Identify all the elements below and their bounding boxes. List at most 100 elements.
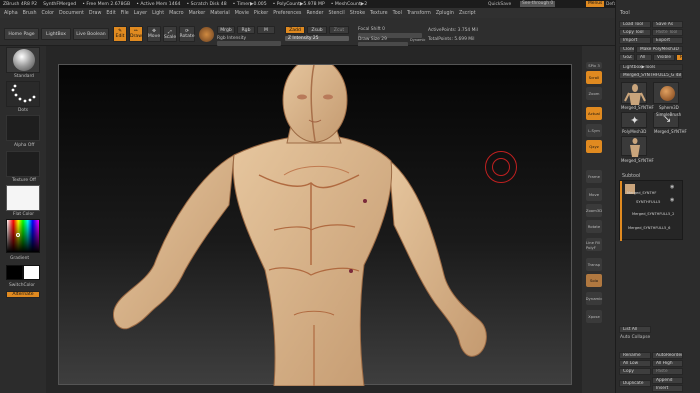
clone-button[interactable]: Clone xyxy=(619,46,635,53)
scale-button[interactable]: ⤢ Scale xyxy=(163,26,177,42)
home-page-button[interactable]: Home Page xyxy=(4,28,39,40)
edit-button[interactable]: ✎ Edit xyxy=(113,26,127,42)
tool-thumb-merged-2[interactable] xyxy=(621,136,647,157)
xpose-button[interactable]: Xpose xyxy=(586,310,602,323)
save-as-button[interactable]: Save As xyxy=(652,21,683,28)
menu-transform[interactable]: Transform xyxy=(407,11,431,16)
visible-button[interactable]: Visible xyxy=(653,54,675,61)
all-high-button[interactable]: All High xyxy=(652,360,683,367)
copy-tool-button[interactable]: Copy Tool xyxy=(619,29,651,36)
list-all-button[interactable]: List All xyxy=(619,326,651,333)
current-tool-slider[interactable]: Merged_SYNTHFULL5_G 48 xyxy=(619,72,683,79)
paste-tool-button[interactable]: Paste Tool xyxy=(652,29,683,36)
dynamic-view-button[interactable]: Dynamic xyxy=(586,292,602,305)
subtool-item-2[interactable]: SYNTHFULL5 ◉ xyxy=(624,196,682,208)
menu-color[interactable]: Color xyxy=(41,11,54,16)
all-button[interactable]: All xyxy=(636,54,652,61)
lightbox-tools-button[interactable]: Lightbox▶Tools xyxy=(619,64,683,71)
subtool-item-3[interactable]: Merged_SYNTHFULL5_2 xyxy=(624,209,682,221)
menu-movie[interactable]: Movie xyxy=(235,11,249,16)
secondary-color-swatch[interactable] xyxy=(23,265,40,280)
z-intensity-slider[interactable]: Z Intensity 25 xyxy=(285,36,349,41)
menu-brush[interactable]: Brush xyxy=(23,11,37,16)
tool-thumb-sphere[interactable] xyxy=(653,82,679,104)
alternate-button[interactable]: Alternate xyxy=(6,291,40,298)
switch-color-button[interactable]: SwitchColor xyxy=(9,283,35,288)
tool-thumb-polymesh[interactable]: ✦ xyxy=(621,112,647,128)
zsub-button[interactable]: Zsub xyxy=(307,26,327,34)
menu-layer[interactable]: Layer xyxy=(134,11,147,16)
all-low-button[interactable]: All Low xyxy=(619,360,651,367)
menu-texture[interactable]: Texture xyxy=(370,11,388,16)
draw-button[interactable]: ✏ Draw xyxy=(129,26,143,42)
menu-draw[interactable]: Draw xyxy=(89,11,102,16)
menu-picker[interactable]: Picker xyxy=(254,11,268,16)
move-view-button[interactable]: Move xyxy=(586,188,602,201)
human-figure-model[interactable] xyxy=(59,57,573,387)
subtool-header[interactable]: Subtool xyxy=(622,174,640,179)
m-button[interactable]: M xyxy=(257,26,275,34)
solo-button[interactable]: Solo xyxy=(586,274,602,287)
color-picker-cursor[interactable] xyxy=(16,233,20,237)
color-picker[interactable] xyxy=(6,219,40,253)
zoom3d-button[interactable]: Zoom3D xyxy=(586,204,602,217)
texture-selector[interactable] xyxy=(6,151,40,177)
see-through-slider[interactable]: See-through 0 xyxy=(520,0,556,7)
visibility-eye-icon-2[interactable]: ◉ xyxy=(670,197,674,203)
auto-collapse-toggle[interactable]: Auto Collapse xyxy=(620,335,650,340)
spix-button[interactable]: SPix 3 xyxy=(586,62,602,69)
material-selector[interactable] xyxy=(6,185,40,211)
rotate-view-button[interactable]: Rotate xyxy=(586,220,602,233)
export-button[interactable]: Export xyxy=(652,37,683,44)
menu-alpha[interactable]: Alpha xyxy=(4,11,18,16)
persp-button[interactable]: Qxyz xyxy=(586,140,602,153)
transp-button[interactable]: Transp xyxy=(586,258,602,271)
auto-reorder-button[interactable]: AutoReorder xyxy=(652,352,683,359)
rotate-button[interactable]: ⟳ Rotate xyxy=(179,26,195,42)
quicksave-button[interactable]: QuickSave xyxy=(488,2,511,7)
menu-stencil[interactable]: Stencil xyxy=(329,11,345,16)
append-button[interactable]: Append xyxy=(652,377,683,384)
move-button[interactable]: ✥ Move xyxy=(147,26,161,42)
subtool-scrollbar[interactable] xyxy=(620,181,622,241)
menu-tool[interactable]: Tool xyxy=(393,11,402,16)
insert-button[interactable]: Insert xyxy=(652,385,683,392)
menus-button[interactable]: Menus xyxy=(586,0,605,7)
frame-button[interactable]: Frame xyxy=(586,170,602,183)
material-icon[interactable] xyxy=(199,27,214,42)
tool-header[interactable]: Tool xyxy=(620,10,630,16)
menu-stroke[interactable]: Stroke xyxy=(350,11,365,16)
subtool-item-1[interactable]: Merged_SYNTHF ◉ xyxy=(624,183,682,195)
linefill-button[interactable]: Line Fill PolyF xyxy=(586,238,602,251)
rename-button[interactable]: Rename xyxy=(619,352,651,359)
main-color-swatch[interactable] xyxy=(6,265,23,280)
menu-document[interactable]: Document xyxy=(59,11,84,16)
menu-preferences[interactable]: Preferences xyxy=(273,11,301,16)
duplicate-button[interactable]: Duplicate xyxy=(619,380,651,387)
alpha-selector[interactable] xyxy=(6,115,40,141)
scroll-button[interactable]: Scroll xyxy=(586,71,602,84)
zadd-button[interactable]: Zadd xyxy=(285,26,305,34)
rgb-button[interactable]: Rgb xyxy=(237,26,255,34)
make-polymesh-button[interactable]: Make PolyMesh3D xyxy=(636,46,683,53)
menu-render[interactable]: Render xyxy=(306,11,323,16)
copy-button[interactable]: Copy xyxy=(619,368,651,375)
import-button[interactable]: Import xyxy=(619,37,651,44)
visibility-eye-icon-1[interactable]: ◉ xyxy=(670,184,674,190)
goz-button[interactable]: GoZ xyxy=(619,54,635,61)
menu-zscript[interactable]: Zscript xyxy=(459,11,476,16)
aahalf-button[interactable]: L.Sym xyxy=(586,124,602,137)
menu-macro[interactable]: Macro xyxy=(169,11,184,16)
menu-zplugin[interactable]: Zplugin xyxy=(436,11,454,16)
menu-material[interactable]: Material xyxy=(210,11,230,16)
actual-button[interactable]: Actual xyxy=(586,107,602,120)
menu-light[interactable]: Light xyxy=(152,11,164,16)
live-boolean-button[interactable]: Live Boolean xyxy=(73,28,109,40)
mrgb-button[interactable]: Mrgb xyxy=(217,26,235,34)
tool-thumb-merged[interactable] xyxy=(621,82,647,105)
menu-marker[interactable]: Marker xyxy=(189,11,206,16)
paste-button[interactable]: Paste xyxy=(652,368,683,375)
menu-edit[interactable]: Edit xyxy=(106,11,115,16)
zcut-button[interactable]: Zcut xyxy=(329,26,349,34)
dynamic-button[interactable]: Dynamic xyxy=(410,38,425,42)
